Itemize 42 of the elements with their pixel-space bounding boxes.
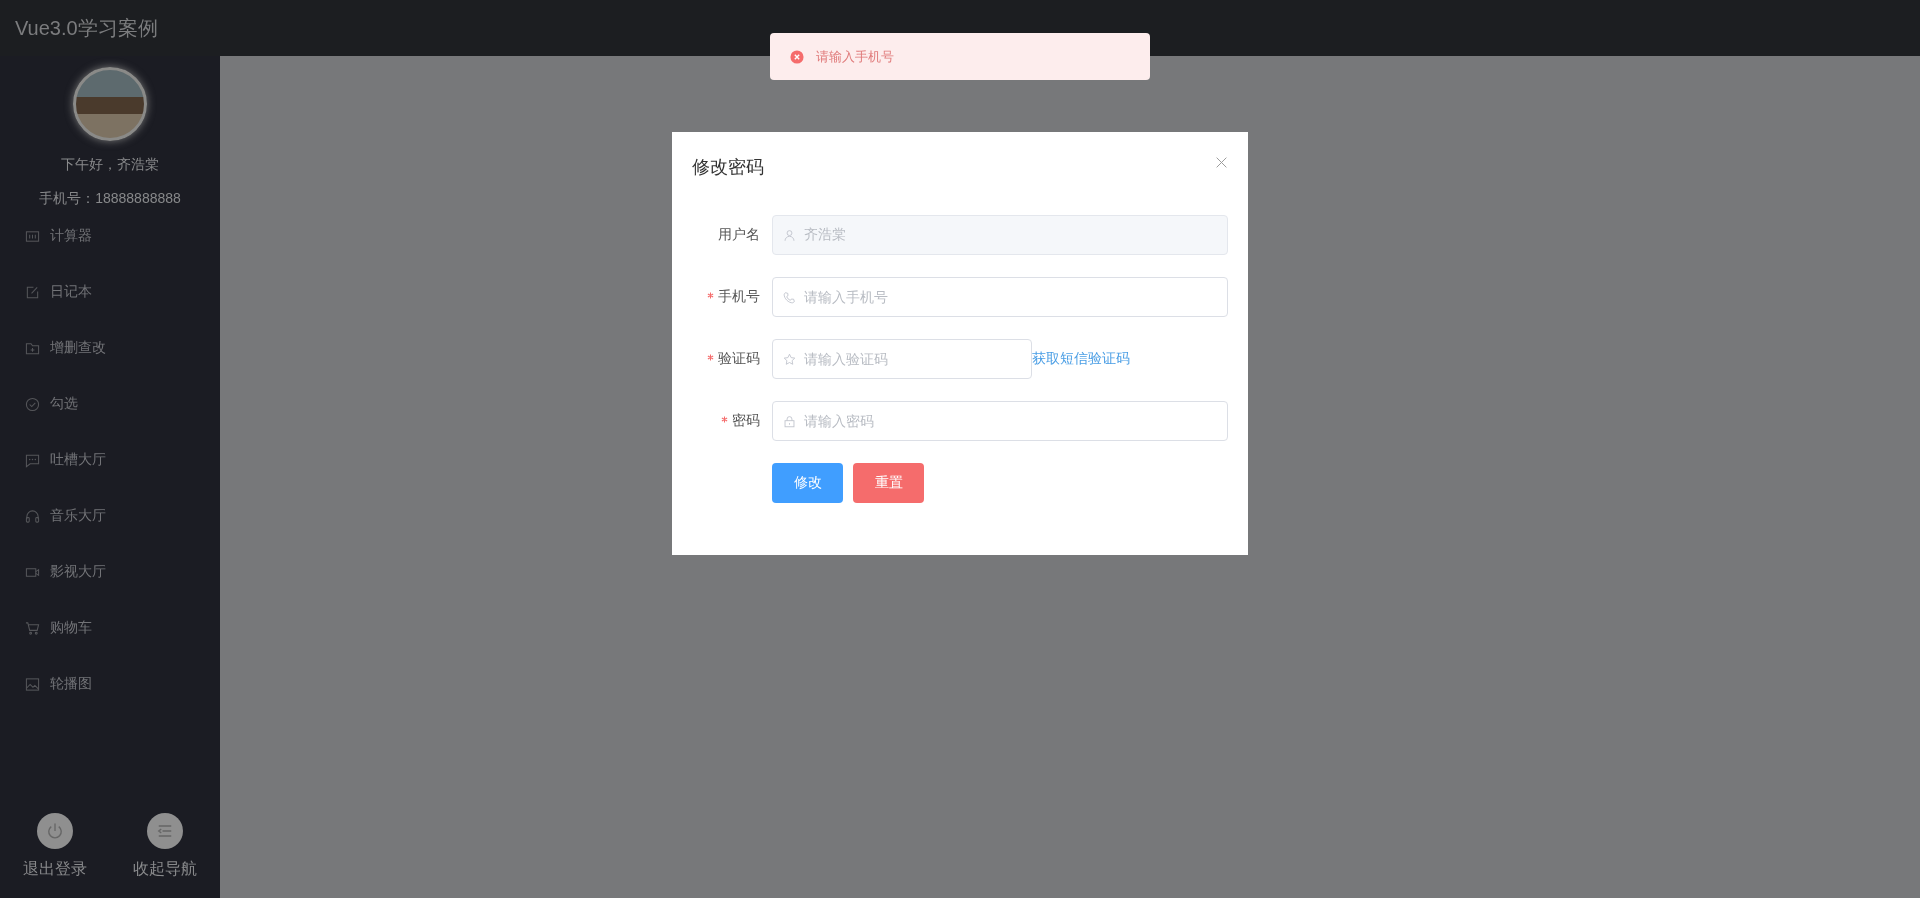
menu-item[interactable]: 轮播图 bbox=[0, 656, 220, 712]
lock-icon bbox=[783, 414, 796, 428]
headphones-icon bbox=[25, 508, 40, 524]
greeting-text: 下午好，齐浩棠 bbox=[61, 156, 159, 174]
field-label: 验证码 bbox=[718, 350, 760, 368]
field-label: 手机号 bbox=[718, 288, 760, 306]
menu-item[interactable]: 影视大厅 bbox=[0, 544, 220, 600]
edit-icon bbox=[25, 284, 40, 300]
field-label: 密码 bbox=[732, 412, 760, 430]
footer-label[interactable]: 退出登录 bbox=[23, 859, 87, 880]
footer-label[interactable]: 收起导航 bbox=[133, 859, 197, 880]
calculator-icon bbox=[25, 228, 40, 244]
submit-button[interactable]: 修改 bbox=[772, 463, 843, 503]
check-circle-icon bbox=[25, 396, 40, 412]
cart-icon bbox=[25, 620, 40, 636]
folder-plus-icon bbox=[25, 340, 40, 356]
reset-button[interactable]: 重置 bbox=[853, 463, 924, 503]
menu-item[interactable]: 音乐大厅 bbox=[0, 488, 220, 544]
chat-icon bbox=[25, 452, 40, 468]
menu-item[interactable]: 勾选 bbox=[0, 376, 220, 432]
menu-item[interactable]: 购物车 bbox=[0, 600, 220, 656]
input-field[interactable]: 请输入验证码 bbox=[772, 339, 1032, 379]
close-icon[interactable] bbox=[1215, 156, 1228, 169]
phone-number: 手机号：18888888888 bbox=[39, 190, 181, 208]
power-button[interactable] bbox=[37, 813, 73, 849]
menu-item[interactable]: 计算器 bbox=[0, 208, 220, 264]
error-icon bbox=[790, 49, 804, 64]
star-icon bbox=[783, 352, 796, 366]
app-title: Vue3.0学习案例 bbox=[15, 15, 158, 41]
input-text[interactable]: 请输入验证码 bbox=[804, 340, 1031, 378]
message-text: 请输入手机号 bbox=[816, 47, 894, 66]
menu-item[interactable]: 日记本 bbox=[0, 264, 220, 320]
menu-fold-button[interactable] bbox=[147, 813, 183, 849]
sms-code-link[interactable]: 获取短信验证码 bbox=[1032, 350, 1130, 368]
power-icon bbox=[45, 821, 65, 841]
field-label: 用户名 bbox=[718, 226, 760, 244]
phone-icon bbox=[783, 290, 796, 304]
user-icon bbox=[783, 228, 796, 242]
dialog-title: 修改密码 bbox=[692, 156, 764, 179]
menu-item[interactable]: 吐槽大厅 bbox=[0, 432, 220, 488]
image-icon bbox=[25, 676, 40, 692]
menu-item[interactable]: 增删查改 bbox=[0, 320, 220, 376]
